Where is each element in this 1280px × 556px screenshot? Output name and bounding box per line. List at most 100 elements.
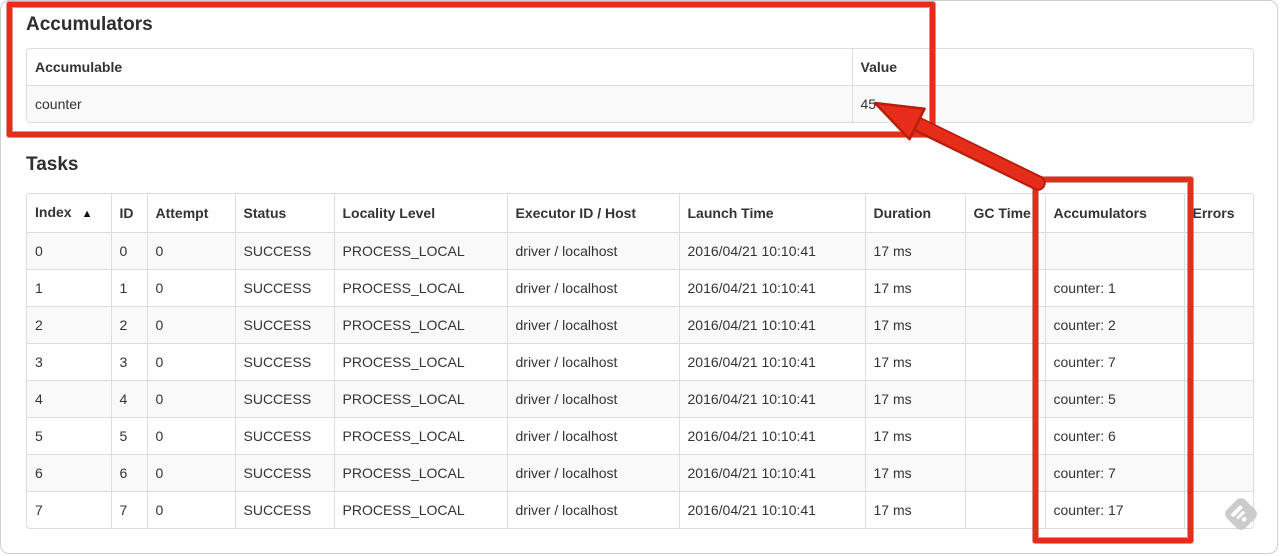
tasks-table: Index ▲ ID Attempt Status Locality Level Execu… <box>26 193 1254 529</box>
cell-gc-time <box>964 232 1045 270</box>
cell-executor-id-host: driver / localhost <box>506 343 679 381</box>
header-row: Index ▲ ID Attempt Status Locality Level Execu… <box>27 194 1253 233</box>
cell-id: 7 <box>110 491 147 528</box>
cell-accumulators: counter: 1 <box>1044 269 1184 307</box>
cell-duration: 17 ms <box>864 380 965 418</box>
cell-gc-time <box>964 306 1045 344</box>
tasks-section-title: Tasks <box>26 154 79 175</box>
page-content: Accumulators Accumulable Value counter 45 T… <box>1 1 1277 529</box>
table-row: 5 5 0 SUCCESS PROCESS_LOCAL driver / localhos… <box>27 417 1253 455</box>
cell-gc-time <box>964 269 1045 307</box>
column-header-gc-time[interactable]: GC Time <box>964 194 1045 233</box>
cell-accumulators: counter: 7 <box>1044 454 1184 492</box>
cell-errors <box>1183 417 1253 455</box>
cell-duration: 17 ms <box>864 269 965 307</box>
cell-executor-id-host: driver / localhost <box>506 454 679 492</box>
table-row: 0 0 0 SUCCESS PROCESS_LOCAL driver / localhos… <box>27 232 1253 270</box>
cell-index: 5 <box>27 417 111 455</box>
cell-launch-time: 2016/04/21 10:10:41 <box>678 454 865 492</box>
cell-locality-level: PROCESS_LOCAL <box>333 269 507 307</box>
feedly-stripe <box>1241 516 1248 523</box>
cell-attempt: 0 <box>146 491 235 528</box>
cell-index: 1 <box>27 269 111 307</box>
cell-index: 2 <box>27 306 111 344</box>
cell-executor-id-host: driver / localhost <box>506 269 679 307</box>
cell-launch-time: 2016/04/21 10:10:41 <box>678 380 865 418</box>
cell-duration: 17 ms <box>864 343 965 381</box>
cell-attempt: 0 <box>146 380 235 418</box>
cell-executor-id-host: driver / localhost <box>506 380 679 418</box>
table-row: 4 4 0 SUCCESS PROCESS_LOCAL driver / localhos… <box>27 380 1253 418</box>
column-header-accumulable: Accumulable <box>35 59 123 75</box>
cell-accumulators <box>1044 232 1184 270</box>
accumulators-section-title: Accumulators <box>26 14 153 35</box>
cell-launch-time: 2016/04/21 10:10:41 <box>678 269 865 307</box>
column-header-index[interactable]: Index ▲ <box>27 194 111 233</box>
cell-gc-time <box>964 491 1045 528</box>
cell-attempt: 0 <box>146 343 235 381</box>
cell-accumulators: counter: 2 <box>1044 306 1184 344</box>
cell-id: 5 <box>110 417 147 455</box>
cell-id: 0 <box>110 232 147 270</box>
cell-gc-time <box>964 417 1045 455</box>
cell-accumulators: counter: 6 <box>1044 417 1184 455</box>
cell-executor-id-host: driver / localhost <box>506 417 679 455</box>
table-row: 2 2 0 SUCCESS PROCESS_LOCAL driver / localhos… <box>27 306 1253 344</box>
column-header-status[interactable]: Status <box>234 194 334 233</box>
cell-locality-level: PROCESS_LOCAL <box>333 491 507 528</box>
cell-attempt: 0 <box>146 269 235 307</box>
cell-id: 2 <box>110 306 147 344</box>
table-row: 3 3 0 SUCCESS PROCESS_LOCAL driver / localhos… <box>27 343 1253 381</box>
cell-executor-id-host: driver / localhost <box>506 306 679 344</box>
column-header-executor-id-host[interactable]: Executor ID / Host <box>506 194 679 233</box>
header-row: Accumulable Value <box>27 49 1253 86</box>
cell-index: 3 <box>27 343 111 381</box>
cell-id: 6 <box>110 454 147 492</box>
cell-duration: 17 ms <box>864 491 965 528</box>
cell-status: SUCCESS <box>234 417 334 455</box>
cell-accumulators: counter: 5 <box>1044 380 1184 418</box>
cell-index: 0 <box>27 232 111 270</box>
cell-duration: 17 ms <box>864 306 965 344</box>
cell-index: 6 <box>27 454 111 492</box>
cell-status: SUCCESS <box>234 380 334 418</box>
cell-duration: 17 ms <box>864 417 965 455</box>
column-header-errors[interactable]: Errors <box>1183 194 1253 233</box>
table-row: 7 7 0 SUCCESS PROCESS_LOCAL driver / localhos… <box>27 491 1253 528</box>
spark-stage-page: Accumulators Accumulable Value counter 45 T… <box>0 0 1278 554</box>
cell-launch-time: 2016/04/21 10:10:41 <box>678 232 865 270</box>
sort-ascending-icon: ▲ <box>81 208 93 220</box>
cell-errors <box>1183 269 1253 307</box>
cell-accumulators: counter: 17 <box>1044 491 1184 528</box>
cell-locality-level: PROCESS_LOCAL <box>333 343 507 381</box>
column-header-value: Value <box>851 49 1253 86</box>
cell-status: SUCCESS <box>234 491 334 528</box>
cell-launch-time: 2016/04/21 10:10:41 <box>678 417 865 455</box>
cell-errors <box>1183 343 1253 381</box>
cell-locality-level: PROCESS_LOCAL <box>333 380 507 418</box>
cell-gc-time <box>964 343 1045 381</box>
cell-executor-id-host: driver / localhost <box>506 232 679 270</box>
column-header-duration[interactable]: Duration <box>864 194 965 233</box>
column-header-id[interactable]: ID <box>110 194 147 233</box>
cell-locality-level: PROCESS_LOCAL <box>333 454 507 492</box>
cell-errors <box>1183 380 1253 418</box>
cell-value: 45 <box>851 85 1253 122</box>
column-header-locality-level[interactable]: Locality Level <box>333 194 507 233</box>
cell-attempt: 0 <box>146 306 235 344</box>
cell-accumulable: counter <box>27 85 852 122</box>
cell-errors <box>1183 454 1253 492</box>
column-header-launch-time[interactable]: Launch Time <box>678 194 865 233</box>
column-header-attempt[interactable]: Attempt <box>146 194 235 233</box>
cell-launch-time: 2016/04/21 10:10:41 <box>678 306 865 344</box>
cell-errors <box>1183 232 1253 270</box>
accumulators-table: Accumulable Value counter 45 <box>26 48 1254 123</box>
cell-status: SUCCESS <box>234 343 334 381</box>
table-row: counter 45 <box>27 85 1253 122</box>
cell-duration: 17 ms <box>864 232 965 270</box>
cell-attempt: 0 <box>146 454 235 492</box>
column-header-accumulators[interactable]: Accumulators <box>1044 194 1184 233</box>
cell-locality-level: PROCESS_LOCAL <box>333 232 507 270</box>
cell-launch-time: 2016/04/21 10:10:41 <box>678 343 865 381</box>
cell-index: 4 <box>27 380 111 418</box>
